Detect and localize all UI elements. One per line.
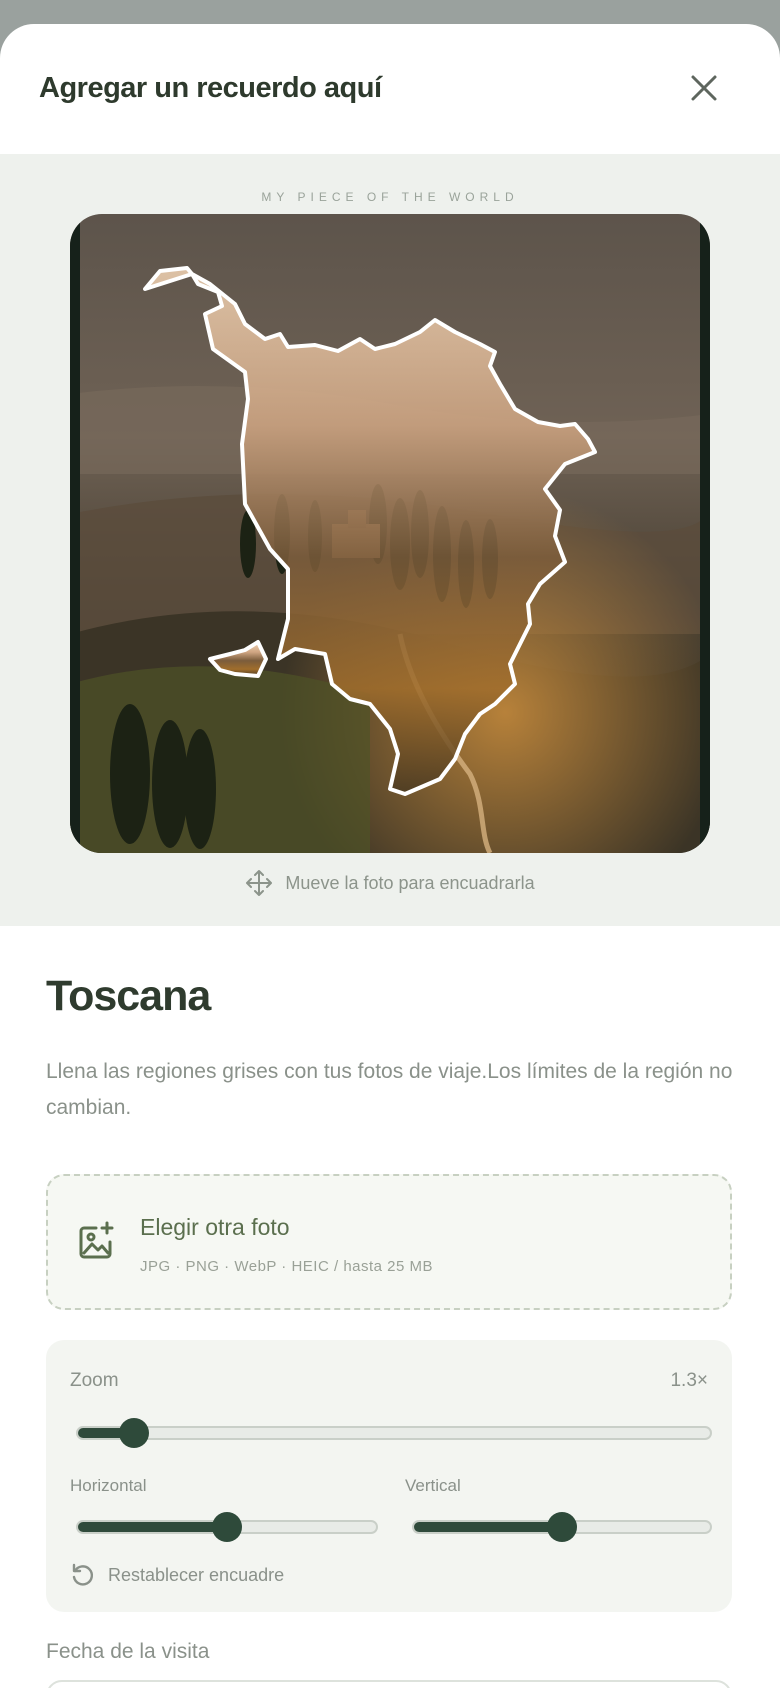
move-arrows-icon	[246, 870, 273, 896]
photo-crop-area[interactable]	[70, 214, 710, 853]
zoom-slider-thumb[interactable]	[118, 1418, 149, 1448]
sheet-header: Agregar un recuerdo aquí	[0, 24, 780, 154]
horizontal-slider-thumb[interactable]	[212, 1512, 242, 1542]
visit-date-label: Fecha de la visita	[46, 1640, 210, 1663]
reset-framing-label: Restablecer encuadre	[108, 1564, 285, 1585]
horizontal-slider-fill	[78, 1522, 227, 1532]
region-description: Llena las regiones grises con tus fotos …	[46, 1060, 733, 1119]
region-photo	[70, 214, 710, 853]
close-icon	[691, 75, 717, 101]
visit-date-field[interactable]	[46, 1680, 732, 1688]
zoom-value: 1.3×	[670, 1370, 708, 1391]
horizontal-slider[interactable]	[76, 1512, 378, 1542]
vertical-slider-thumb[interactable]	[547, 1512, 577, 1542]
reset-icon	[72, 1563, 94, 1586]
vertical-slider-fill	[414, 1522, 562, 1532]
region-title: Toscana	[46, 972, 211, 1020]
zoom-label: Zoom	[70, 1370, 119, 1391]
upload-formats: JPG · PNG · WebP · HEIC / hasta 25 MB	[140, 1258, 434, 1275]
preview-kicker: MY PIECE OF THE WORLD	[261, 190, 519, 204]
sheet-title: Agregar un recuerdo aquí	[39, 72, 382, 104]
drag-hint-text: Mueve la foto para encuadrarla	[285, 872, 535, 893]
memory-sheet: Agregar un recuerdo aquí MY PIECE OF THE…	[0, 24, 780, 1688]
reset-framing-button[interactable]: Restablecer encuadre	[70, 1562, 284, 1588]
close-button[interactable]	[686, 70, 722, 106]
vertical-label: Vertical	[405, 1476, 461, 1495]
image-add-icon	[79, 1221, 114, 1259]
framing-controls: Zoom 1.3× Horizontal Vertical Restablece…	[46, 1340, 732, 1612]
vertical-slider[interactable]	[412, 1512, 712, 1542]
drag-hint: Mueve la foto para encuadrarla	[0, 869, 780, 902]
choose-photo-label: Elegir otra foto	[140, 1214, 290, 1240]
zoom-slider[interactable]	[76, 1418, 712, 1448]
choose-photo-button[interactable]: Elegir otra foto JPG · PNG · WebP · HEIC…	[46, 1174, 732, 1310]
horizontal-label: Horizontal	[70, 1476, 147, 1495]
